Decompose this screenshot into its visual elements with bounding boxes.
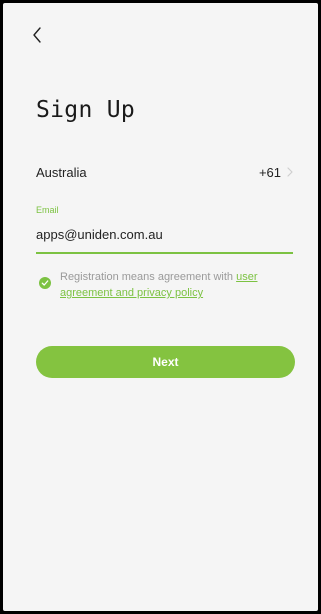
- country-selector[interactable]: Australia +61: [36, 161, 293, 183]
- agreement-text: Registration means agreement with user a…: [60, 269, 290, 301]
- agreement-checkbox[interactable]: [39, 277, 51, 289]
- country-name: Australia: [36, 164, 87, 180]
- email-field[interactable]: apps@uniden.com.au: [36, 227, 293, 242]
- chevron-left-icon: [33, 27, 41, 43]
- chevron-right-icon: [287, 167, 293, 177]
- page-title: Sign Up: [36, 97, 136, 123]
- back-button[interactable]: [27, 24, 47, 46]
- country-code-group: +61: [259, 165, 293, 180]
- next-button[interactable]: Next: [36, 346, 295, 378]
- agreement-link-policy[interactable]: agreement and privacy policy: [60, 287, 203, 299]
- email-underline: [36, 252, 293, 254]
- country-dial-code: +61: [258, 164, 281, 180]
- agreement-prefix: Registration means agreement with: [60, 271, 237, 283]
- check-icon: [41, 280, 49, 286]
- agreement-link-user[interactable]: user: [236, 271, 257, 283]
- signup-screen: Sign Up Australia +61 Email apps@uniden.…: [3, 3, 318, 611]
- email-label: Email: [36, 205, 59, 215]
